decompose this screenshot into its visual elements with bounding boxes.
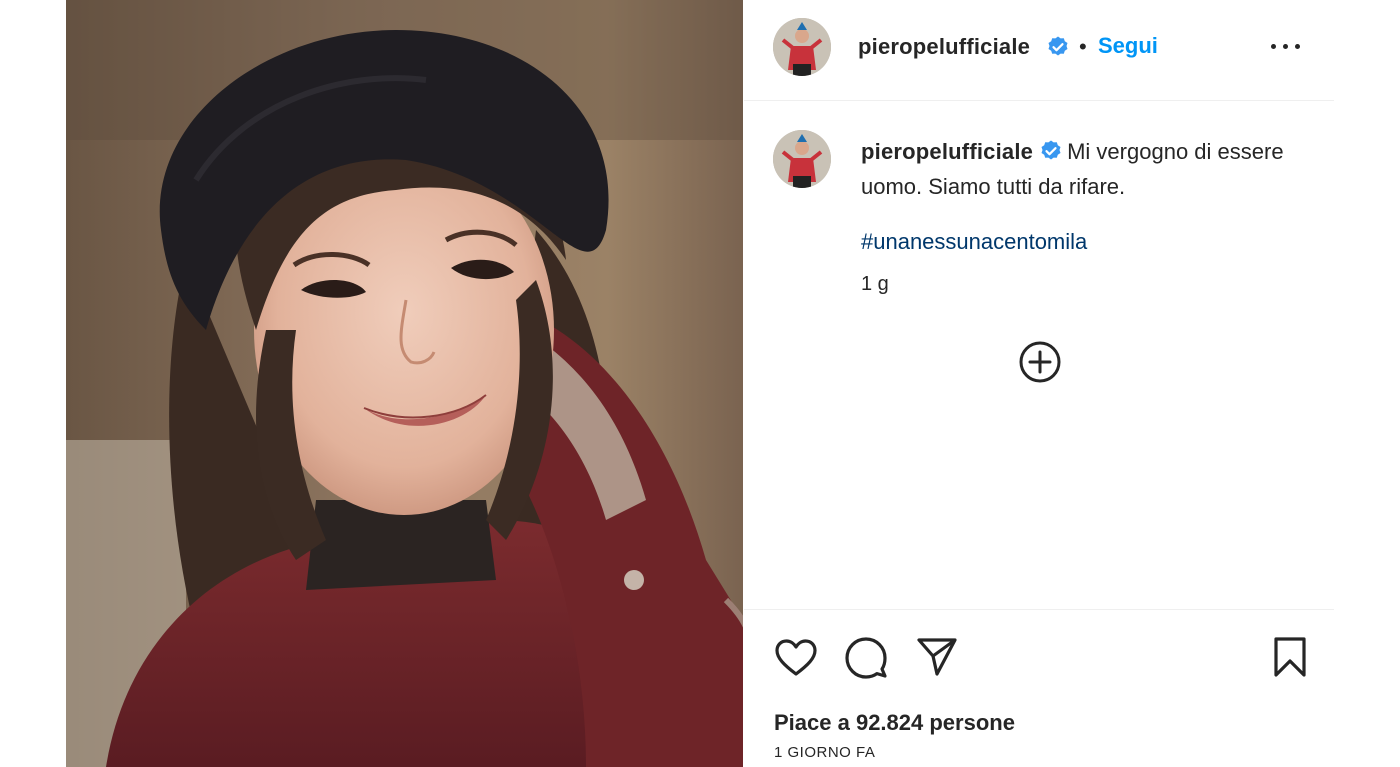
- likes-count[interactable]: Piace a 92.824 persone: [774, 710, 1015, 736]
- caption-section: pieropelufficiale Mi vergogno di essere …: [744, 101, 1334, 609]
- caption-age: 1 g: [861, 273, 889, 295]
- hashtag-link[interactable]: #unanessunacentomila: [861, 229, 1087, 255]
- caption-text: pieropelufficiale Mi vergogno di essere …: [861, 134, 1301, 204]
- more-options-icon[interactable]: [1268, 34, 1304, 58]
- heart-icon[interactable]: [774, 638, 818, 678]
- post-photo-illustration: [66, 0, 743, 767]
- plus-circle-icon[interactable]: [1018, 340, 1062, 384]
- caption-username[interactable]: pieropelufficiale: [861, 139, 1033, 164]
- bookmark-icon[interactable]: [1272, 636, 1308, 678]
- send-icon[interactable]: [916, 636, 958, 678]
- actions-divider: [744, 609, 1334, 610]
- follow-button[interactable]: Segui: [1098, 33, 1158, 59]
- verified-badge-icon: [1048, 36, 1068, 56]
- avatar[interactable]: [773, 18, 831, 76]
- verified-badge-icon: [1041, 140, 1061, 160]
- post-author-username[interactable]: pieropelufficiale: [858, 34, 1030, 60]
- separator-dot: •: [1079, 34, 1087, 59]
- caption-avatar[interactable]: [773, 130, 831, 188]
- comment-icon[interactable]: [844, 636, 888, 680]
- post-header: pieropelufficiale • Segui: [744, 0, 1334, 101]
- post-date: 1 GIORNO FA: [774, 744, 876, 761]
- post-photo[interactable]: [66, 0, 743, 767]
- post-sidebar: pieropelufficiale • Segui pieropeluffici…: [744, 0, 1334, 767]
